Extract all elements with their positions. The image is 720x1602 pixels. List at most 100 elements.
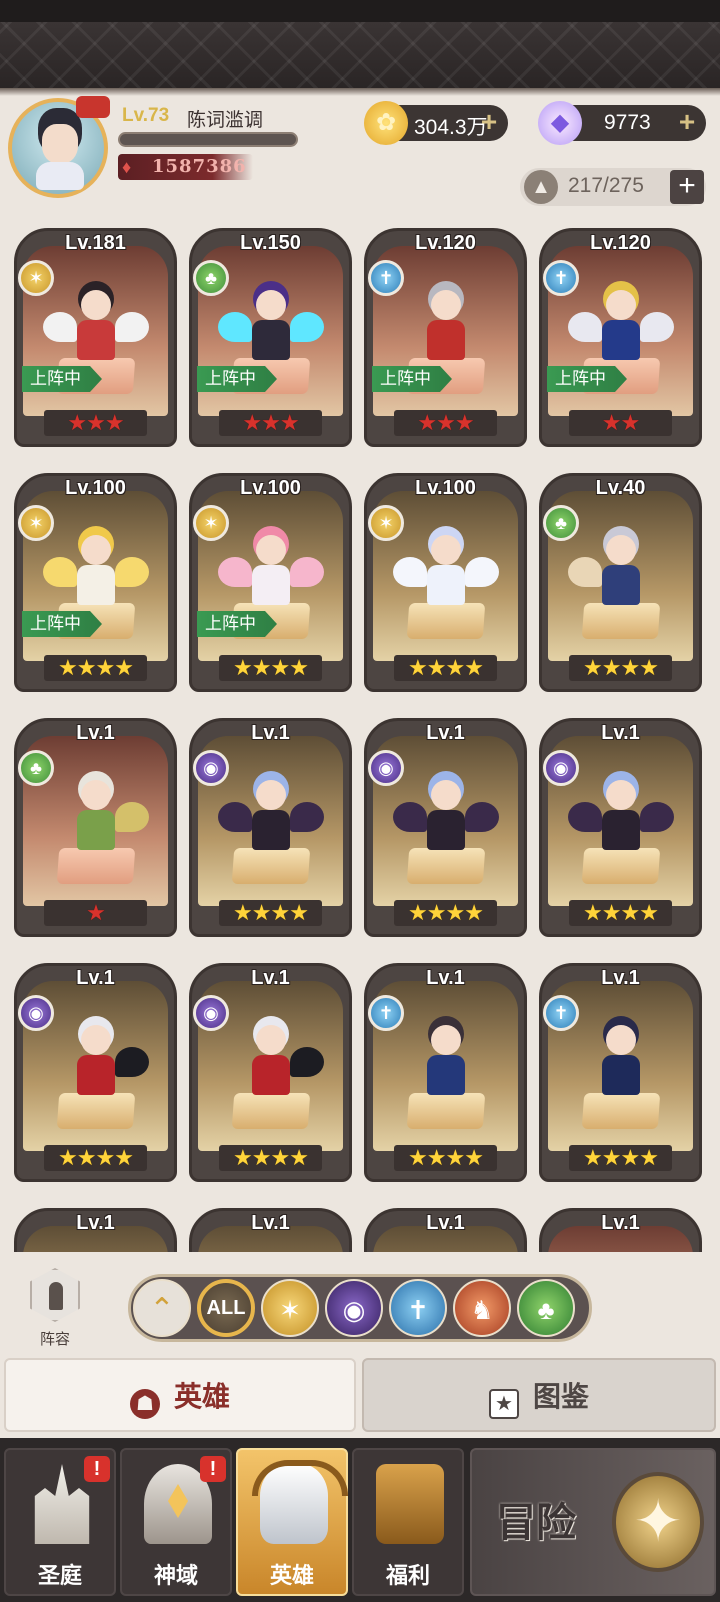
capacity-value: 217/275 (568, 174, 644, 197)
hero-level: Lv.181 (65, 232, 126, 254)
hero-sprite (43, 535, 149, 615)
power-gem-icon: ♦ (122, 157, 132, 177)
hero-card[interactable]: Lv.100 ✶ 上阵中 ★★★★ (189, 467, 352, 692)
hero-card[interactable]: Lv.1 (539, 1202, 702, 1252)
hero-sprite (244, 1025, 324, 1105)
hero-stars: ★★ (601, 410, 640, 435)
tab-heroes[interactable]: ☗ 英雄 (4, 1358, 356, 1432)
adventure-button[interactable]: 冒险 (470, 1448, 716, 1596)
ice-class-icon: ✝ (543, 260, 579, 296)
hero-stars: ★★★★ (233, 900, 309, 925)
hero-card[interactable]: Lv.1 (189, 1202, 352, 1252)
tab-heroes-label: 英雄 (173, 1381, 230, 1412)
hero-card[interactable]: Lv.1 ♣ ★ (14, 712, 177, 937)
hero-card[interactable]: Lv.100 ✶ 上阵中 ★★★★ (14, 467, 177, 692)
hero-card[interactable]: Lv.1 ◉ ★★★★ (364, 712, 527, 937)
hero-stars: ★★★★ (408, 900, 484, 925)
combat-power: ♦ 1587386 (118, 154, 253, 180)
hero-card[interactable]: Lv.1 ◉ ★★★★ (14, 957, 177, 1182)
player-level: Lv.73 (122, 105, 170, 126)
hero-card[interactable]: Lv.1 ◉ ★★★★ (539, 712, 702, 937)
nav-welfare-label: 福利 (385, 1563, 430, 1588)
hero-stars: ★★★★ (408, 1145, 484, 1170)
xp-bar (118, 132, 298, 147)
alert-badge: ! (200, 1456, 226, 1482)
hero-card[interactable]: Lv.100 ✶ ★★★★ (364, 467, 527, 692)
hero-sprite (568, 535, 648, 615)
hero-card[interactable]: Lv.150 ♣ 上阵中 ★★★ (189, 222, 352, 447)
gold-coin-icon: ✿ (364, 101, 408, 145)
hero-card[interactable]: Lv.1 (364, 1202, 527, 1252)
diamond-value: 9773 (604, 111, 651, 134)
hero-card[interactable]: Lv.120 ✝ 上阵中 ★★ (539, 222, 702, 447)
nav-courtyard[interactable]: ! 圣庭 (4, 1448, 116, 1596)
hero-stars: ★★★★ (408, 655, 484, 680)
avatar-frame-ornament (76, 96, 110, 118)
light-class-icon: ✶ (18, 260, 54, 296)
hero-level: Lv.1 (76, 722, 115, 744)
filter-all-button[interactable]: ALL (197, 1279, 255, 1337)
hero-card[interactable]: Lv.1 ◉ ★★★★ (189, 712, 352, 937)
hero-tabs: ☗ 英雄 ★ 图鉴 (0, 1358, 720, 1434)
hero-stars: ★★★ (242, 410, 299, 435)
hero-card[interactable]: Lv.120 ✝ 上阵中 ★★★ (364, 222, 527, 447)
hero-card[interactable]: Lv.1 (14, 1202, 177, 1252)
hero-level: Lv.1 (601, 722, 640, 744)
filter-fire-icon[interactable]: ♞ (453, 1279, 511, 1337)
tab-codex[interactable]: ★ 图鉴 (362, 1358, 716, 1432)
alert-badge: ! (84, 1456, 110, 1482)
hero-stars: ★★★★ (58, 1145, 134, 1170)
lineup-label: 阵容 (39, 1331, 70, 1348)
hero-level: Lv.1 (426, 967, 465, 989)
hero-sprite (393, 535, 499, 615)
hero-grid: Lv.181 ✶ 上阵中 ★★★ Lv.150 ♣ 上阵中 ★★★ Lv.120… (14, 222, 710, 1252)
add-gold-button[interactable]: + (476, 108, 502, 136)
deployed-tag: 上阵中 (197, 366, 277, 392)
pawn-icon (30, 1268, 80, 1322)
deployed-tag: 上阵中 (197, 611, 277, 637)
gold-counter: ✿ 304.3万 + (364, 101, 508, 145)
diamond-counter: ◆ 9773 + (538, 101, 706, 145)
power-value: 1587386 (152, 156, 247, 177)
banner-pattern (0, 22, 720, 88)
hero-stars: ★★★★ (583, 655, 659, 680)
hero-sprite (69, 1025, 149, 1105)
player-avatar[interactable] (8, 96, 110, 198)
hero-card[interactable]: Lv.1 ✝ ★★★★ (539, 957, 702, 1182)
hero-stars: ★★★★ (58, 655, 134, 680)
dark-class-icon: ◉ (18, 995, 54, 1031)
player-name: 陈词滥调 (187, 110, 264, 131)
hero-sprite (218, 290, 324, 370)
deployed-tag: 上阵中 (22, 366, 102, 392)
add-diamond-button[interactable]: + (674, 108, 700, 136)
class-filter: ⌃ ALL ✶ ◉ ✝ ♞ ♣ (128, 1274, 592, 1342)
ice-class-icon: ✝ (368, 260, 404, 296)
filter-dark-icon[interactable]: ◉ (325, 1279, 383, 1337)
hero-level: Lv.40 (595, 477, 646, 499)
nav-heroes[interactable]: 英雄 (236, 1448, 348, 1596)
nav-welfare[interactable]: 福利 (352, 1448, 464, 1596)
nav-divine[interactable]: ! 神域 (120, 1448, 232, 1596)
expand-capacity-button[interactable]: + (670, 170, 704, 204)
nav-divine-label: 神域 (153, 1563, 198, 1588)
hero-card[interactable]: Lv.40 ♣ ★★★★ (539, 467, 702, 692)
sort-up-icon[interactable]: ⌃ (133, 1279, 191, 1337)
filter-ice-icon[interactable]: ✝ (389, 1279, 447, 1337)
hero-card[interactable]: Lv.1 ◉ ★★★★ (189, 957, 352, 1182)
hero-level: Lv.1 (601, 1212, 640, 1234)
nav-heroes-label: 英雄 (269, 1563, 314, 1588)
hero-stars: ★★★★ (583, 1145, 659, 1170)
hero-card[interactable]: Lv.181 ✶ 上阵中 ★★★ (14, 222, 177, 447)
hero-level: Lv.1 (426, 1212, 465, 1234)
avatar-body (36, 162, 84, 190)
hero-card[interactable]: Lv.1 ✝ ★★★★ (364, 957, 527, 1182)
deployed-tag: 上阵中 (547, 366, 627, 392)
dark-class-icon: ◉ (543, 750, 579, 786)
filter-nature-icon[interactable]: ♣ (517, 1279, 575, 1337)
hero-level: Lv.120 (415, 232, 476, 254)
hero-level: Lv.1 (426, 722, 465, 744)
treasure-chest-icon (376, 1464, 444, 1544)
hero-level: Lv.1 (76, 1212, 115, 1234)
filter-light-icon[interactable]: ✶ (261, 1279, 319, 1337)
lineup-button[interactable]: 阵容 (20, 1268, 90, 1348)
